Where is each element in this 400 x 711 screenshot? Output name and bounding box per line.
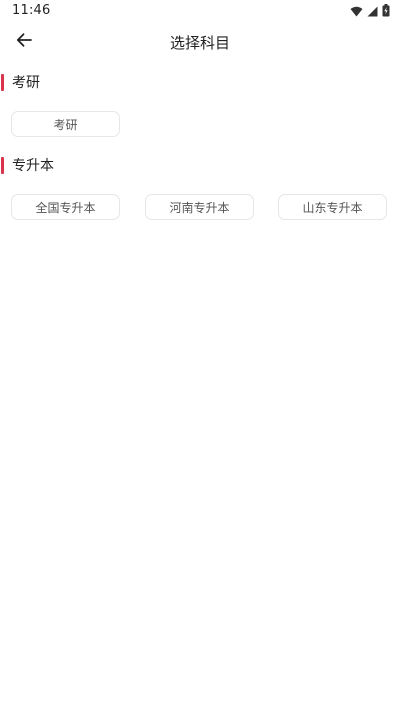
subject-option-national[interactable]: 全国专升本 <box>11 194 120 220</box>
status-icons <box>350 2 390 21</box>
subject-option-henan[interactable]: 河南专升本 <box>145 194 254 220</box>
subject-option-kaoyan[interactable]: 考研 <box>11 111 120 137</box>
battery-charging-icon <box>382 2 390 21</box>
section-header-zhuanshengben: 专升本 <box>0 156 400 176</box>
status-time: 11:46 <box>12 3 51 18</box>
section-accent-bar <box>1 157 4 174</box>
section-header-kaoyan: 考研 <box>0 73 400 93</box>
section-title: 专升本 <box>12 158 54 174</box>
status-bar: 11:46 <box>0 0 400 22</box>
page-title: 选择科目 <box>169 34 230 52</box>
cellular-signal-icon <box>367 2 378 21</box>
section-title: 考研 <box>12 75 40 91</box>
wifi-icon <box>350 2 363 21</box>
section-accent-bar <box>1 74 4 91</box>
app-bar: 选择科目 <box>0 22 400 62</box>
subject-option-shandong[interactable]: 山东专升本 <box>278 194 387 220</box>
